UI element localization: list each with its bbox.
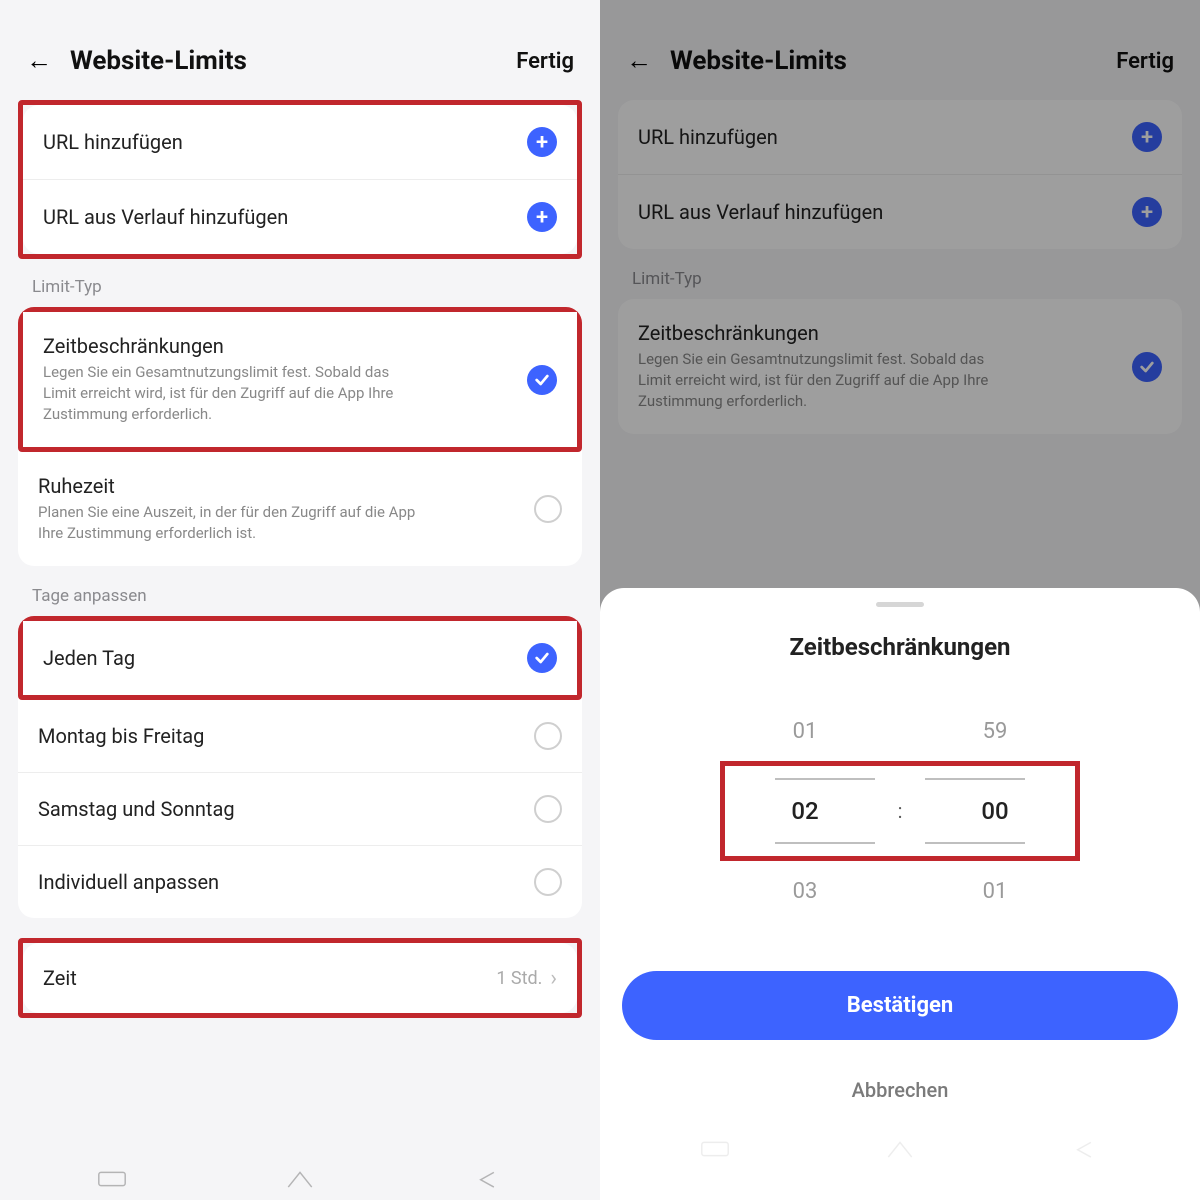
hours-prev[interactable]: 01: [755, 719, 855, 744]
screen-right: ← Website-Limits Fertig URL hinzufügen +…: [600, 0, 1200, 1200]
time-value: 1 Std.: [496, 968, 542, 989]
plus-icon[interactable]: +: [527, 202, 557, 232]
done-button[interactable]: Fertig: [1116, 49, 1174, 74]
header: ← Website-Limits Fertig: [618, 18, 1182, 100]
nav-bar: [18, 1154, 582, 1200]
add-url-label: URL hinzufügen: [43, 130, 527, 154]
nav-bar: [622, 1124, 1178, 1170]
back-arrow-icon[interactable]: ←: [626, 48, 652, 74]
time-limits-title: Zeitbeschränkungen: [638, 321, 1132, 345]
sat-sun-label: Samstag und Sonntag: [38, 797, 534, 821]
add-url-row[interactable]: URL hinzufügen +: [23, 105, 577, 179]
wheel-line: [925, 778, 1025, 780]
url-card: URL hinzufügen + URL aus Verlauf hinzufü…: [23, 105, 577, 254]
cancel-button[interactable]: Abbrechen: [832, 1070, 969, 1110]
nav-home-icon[interactable]: [285, 1168, 315, 1190]
time-limits-row[interactable]: Zeitbeschränkungen Legen Sie ein Gesamtn…: [23, 312, 577, 447]
nav-home-icon[interactable]: [885, 1138, 915, 1160]
nav-recent-icon[interactable]: [700, 1138, 730, 1160]
wheel-line: [775, 778, 875, 780]
add-url-history-label: URL aus Verlauf hinzufügen: [638, 200, 1132, 224]
url-card: URL hinzufügen + URL aus Verlauf hinzufü…: [618, 100, 1182, 249]
header: ← Website-Limits Fertig: [18, 18, 582, 100]
nav-back-icon[interactable]: [1070, 1138, 1100, 1160]
nav-back-icon[interactable]: [473, 1168, 503, 1190]
custom-days-label: Individuell anpassen: [38, 870, 534, 894]
every-day-highlight: Jeden Tag: [18, 616, 582, 700]
hours-current[interactable]: 02: [755, 797, 855, 825]
page-title: Website-Limits: [670, 46, 1116, 76]
days-section-label: Tage anpassen: [18, 586, 582, 616]
time-limits-desc: Legen Sie ein Gesamtnutzungslimit fest. …: [43, 362, 423, 425]
time-row[interactable]: Zeit 1 Std. ›: [23, 943, 577, 1013]
radio-empty-icon[interactable]: [534, 795, 562, 823]
time-row-highlight: Zeit 1 Std. ›: [18, 938, 582, 1018]
radio-empty-icon[interactable]: [534, 495, 562, 523]
days-card: Jeden Tag Montag bis Freitag Samstag und…: [18, 616, 582, 918]
time-limits-desc: Legen Sie ein Gesamtnutzungslimit fest. …: [638, 349, 1018, 412]
time-separator: :: [895, 799, 905, 823]
time-picker-sheet: Zeitbeschränkungen 01 59 02 : 00: [600, 588, 1200, 1200]
time-limits-row[interactable]: Zeitbeschränkungen Legen Sie ein Gesamtn…: [618, 299, 1182, 434]
plus-icon[interactable]: +: [1132, 197, 1162, 227]
time-wheel[interactable]: 01 59 02 : 00 03: [622, 701, 1178, 921]
sat-sun-row[interactable]: Samstag und Sonntag: [18, 772, 582, 845]
radio-empty-icon[interactable]: [534, 722, 562, 750]
limit-type-card: Zeitbeschränkungen Legen Sie ein Gesamtn…: [18, 307, 582, 566]
time-card: Zeit 1 Std. ›: [23, 943, 577, 1013]
back-arrow-icon[interactable]: ←: [26, 48, 52, 74]
mon-fri-row[interactable]: Montag bis Freitag: [18, 700, 582, 772]
add-url-history-row[interactable]: URL aus Verlauf hinzufügen +: [23, 179, 577, 254]
time-limits-highlight: Zeitbeschränkungen Legen Sie ein Gesamtn…: [18, 307, 582, 452]
check-icon: [527, 643, 557, 673]
time-label: Zeit: [43, 966, 496, 990]
rest-time-row[interactable]: Ruhezeit Planen Sie eine Auszeit, in der…: [18, 452, 582, 566]
add-url-row[interactable]: URL hinzufügen +: [618, 100, 1182, 174]
plus-icon[interactable]: +: [527, 127, 557, 157]
nav-recent-icon[interactable]: [97, 1168, 127, 1190]
done-button[interactable]: Fertig: [516, 49, 574, 74]
add-url-history-row[interactable]: URL aus Verlauf hinzufügen +: [618, 174, 1182, 249]
minutes-prev[interactable]: 59: [945, 719, 1045, 744]
custom-days-row[interactable]: Individuell anpassen: [18, 845, 582, 918]
check-icon: [1132, 352, 1162, 382]
add-url-history-label: URL aus Verlauf hinzufügen: [43, 205, 527, 229]
minutes-next[interactable]: 01: [945, 879, 1045, 904]
wheel-line: [925, 842, 1025, 844]
radio-empty-icon[interactable]: [534, 868, 562, 896]
sheet-grabber[interactable]: [876, 602, 924, 607]
plus-icon[interactable]: +: [1132, 122, 1162, 152]
add-url-label: URL hinzufügen: [638, 125, 1132, 149]
minutes-current[interactable]: 00: [945, 797, 1045, 825]
screen-left-bg: ← Website-Limits Fertig URL hinzufügen +…: [0, 0, 600, 1200]
time-limits-title: Zeitbeschränkungen: [43, 334, 527, 358]
limit-type-card: Zeitbeschränkungen Legen Sie ein Gesamtn…: [618, 299, 1182, 434]
every-day-row[interactable]: Jeden Tag: [23, 621, 577, 695]
every-day-label: Jeden Tag: [43, 646, 527, 670]
url-card-highlight: URL hinzufügen + URL aus Verlauf hinzufü…: [18, 100, 582, 259]
sheet-title: Zeitbeschränkungen: [789, 633, 1010, 661]
chevron-right-icon: ›: [550, 966, 557, 991]
limit-type-section-label: Limit-Typ: [18, 277, 582, 307]
hours-next[interactable]: 03: [755, 879, 855, 904]
screen-left: ← Website-Limits Fertig URL hinzufügen +…: [0, 0, 600, 1200]
mon-fri-label: Montag bis Freitag: [38, 724, 534, 748]
rest-time-desc: Planen Sie eine Auszeit, in der für den …: [38, 502, 418, 544]
confirm-button[interactable]: Bestätigen: [622, 971, 1178, 1040]
wheel-line: [775, 842, 875, 844]
check-icon: [527, 365, 557, 395]
page-title: Website-Limits: [70, 46, 516, 76]
time-current-highlight: 02 : 00: [720, 761, 1080, 861]
rest-time-title: Ruhezeit: [38, 474, 534, 498]
limit-type-section-label: Limit-Typ: [618, 269, 1182, 299]
